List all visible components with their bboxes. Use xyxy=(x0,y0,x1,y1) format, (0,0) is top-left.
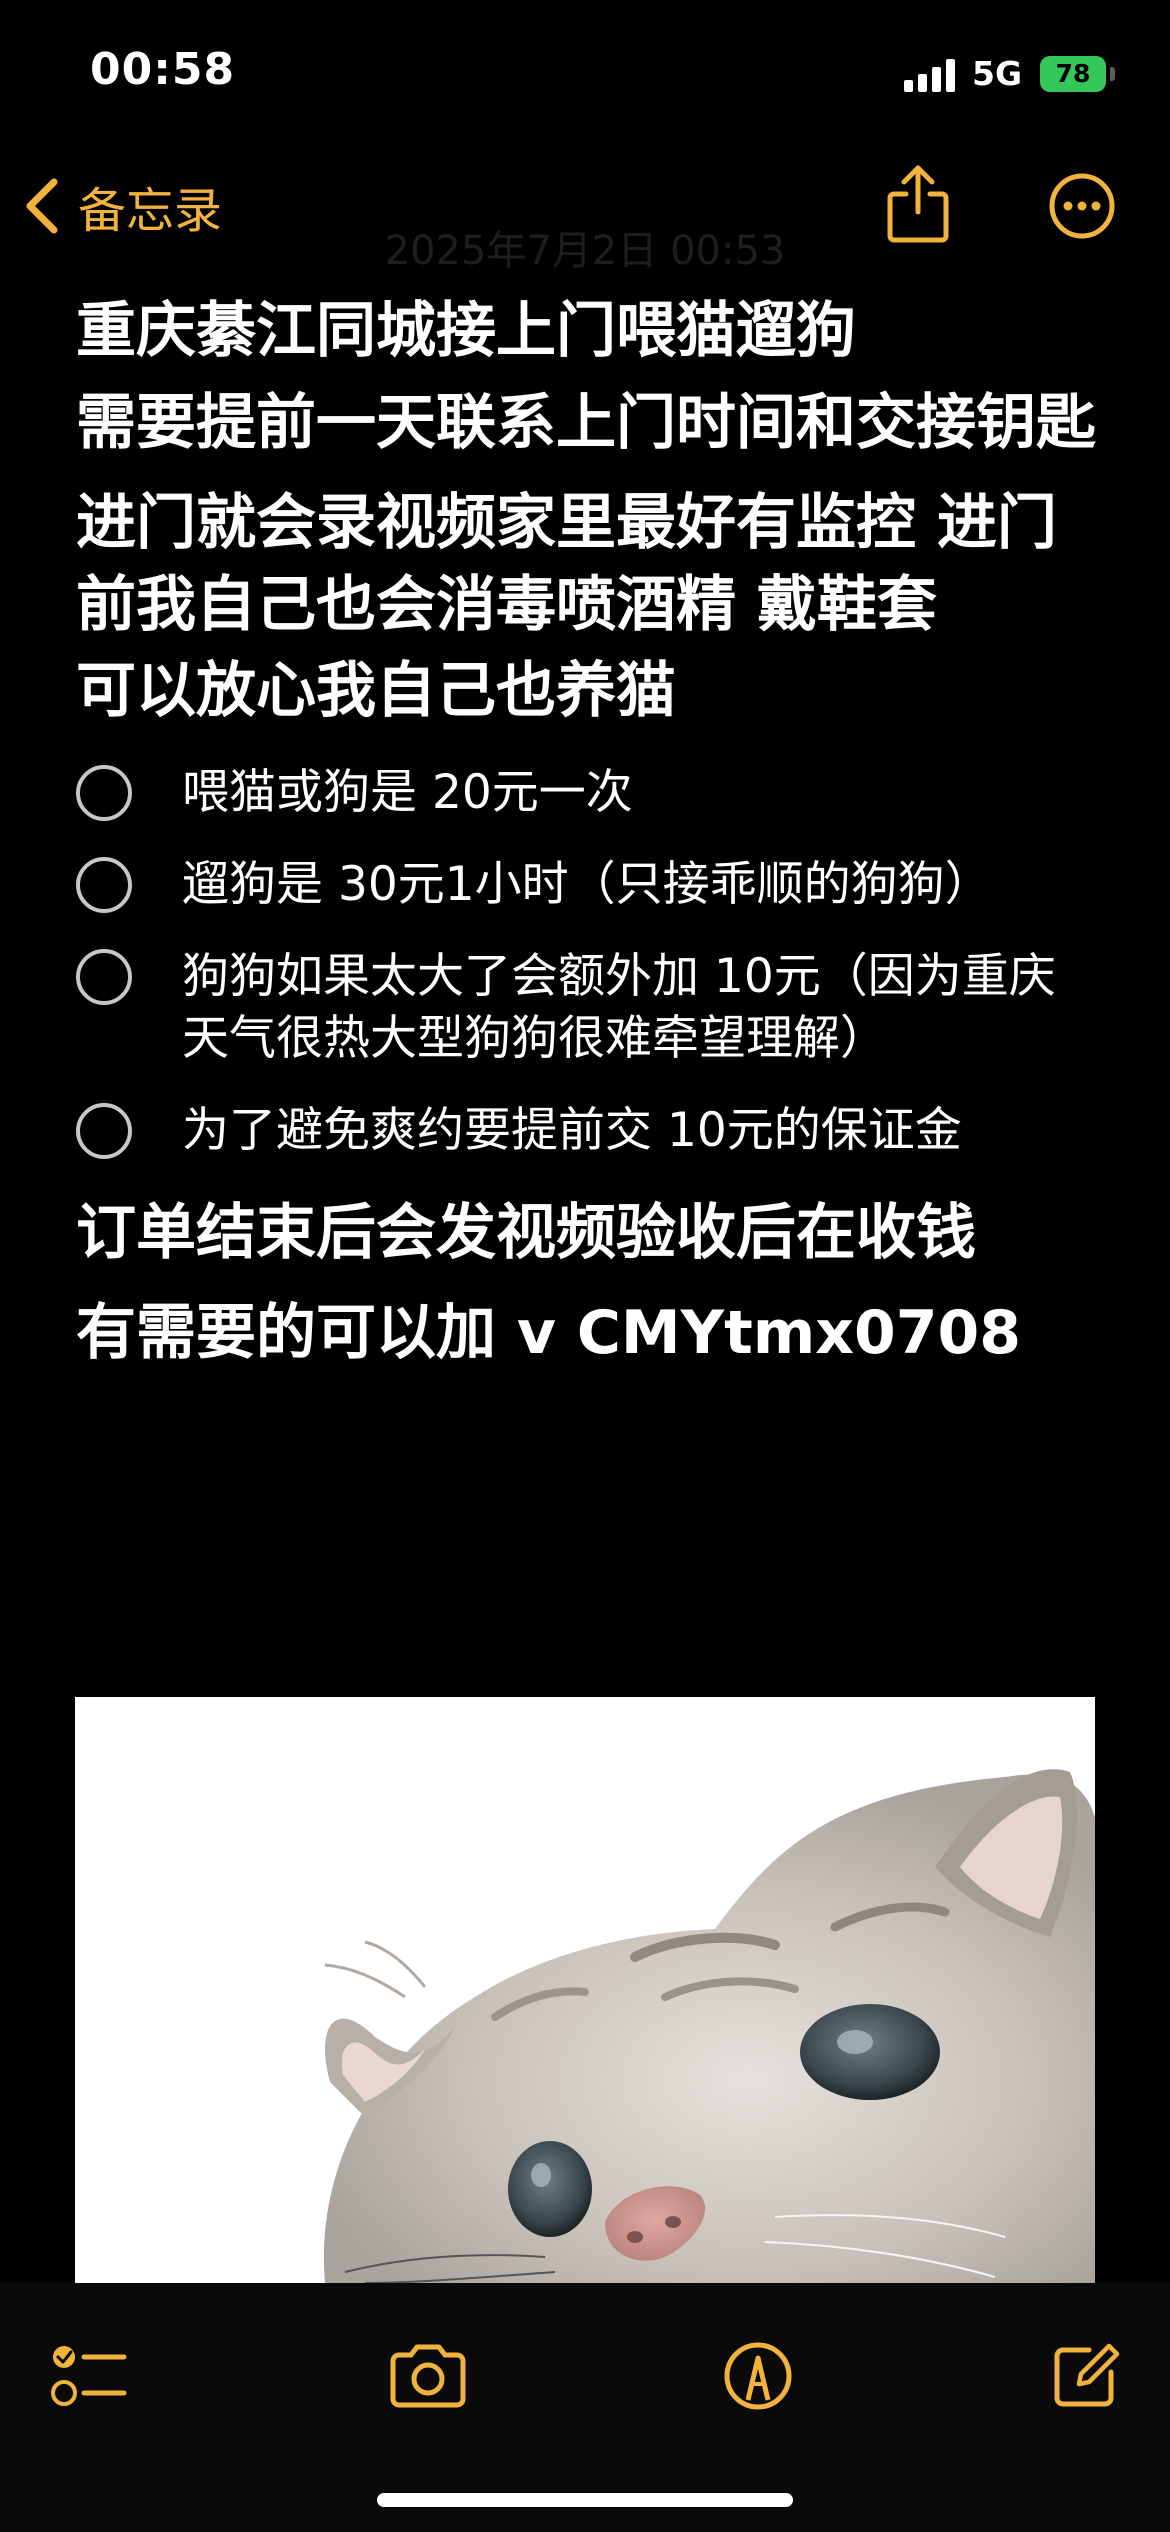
checklist: 喂猫或狗是 20元一次 遛狗是 30元1小时（只接乖顺的狗狗） 狗狗如果太大了会… xyxy=(76,762,1096,1162)
camera-button[interactable] xyxy=(383,2331,473,2421)
checkbox-circle[interactable] xyxy=(76,857,132,913)
share-icon xyxy=(887,165,949,243)
checklist-icon xyxy=(51,2346,127,2406)
note-paragraph: 有需要的可以加 v CMYtmx0708 xyxy=(76,1298,1021,1368)
checkbox-circle[interactable] xyxy=(76,765,132,821)
ellipsis-circle-icon xyxy=(1049,173,1115,239)
share-button[interactable] xyxy=(884,164,952,248)
note-paragraph: 需要提前一天联系上门时间和交接钥匙 xyxy=(76,388,1096,458)
checklist-button[interactable] xyxy=(45,2331,135,2421)
battery-icon: 78 xyxy=(1040,56,1106,92)
note-title: 重庆綦江同城接上门喂猫遛狗 xyxy=(76,296,856,366)
camera-icon xyxy=(390,2344,466,2408)
checklist-item-label: 遛狗是 30元1小时（只接乖顺的狗狗） xyxy=(182,857,992,912)
checklist-item: 喂猫或狗是 20元一次 xyxy=(76,762,1096,824)
compose-icon xyxy=(1054,2343,1120,2407)
checklist-item: 为了避免爽约要提前交 10元的保证金 xyxy=(76,1100,1096,1162)
network-type: 5G xyxy=(972,54,1023,93)
attached-cat-photo[interactable] xyxy=(75,1697,1095,2283)
checklist-item-label: 狗狗如果太大了会额外加 10元（因为重庆天气很热大型狗狗很难牵望理解） xyxy=(182,949,1056,1066)
checkbox-circle[interactable] xyxy=(76,949,132,1005)
battery-level: 78 xyxy=(1055,59,1091,88)
battery-tip xyxy=(1110,67,1115,81)
checkbox-circle[interactable] xyxy=(76,1103,132,1159)
cellular-signal-icon xyxy=(904,58,956,92)
checklist-item-label: 为了避免爽约要提前交 10元的保证金 xyxy=(182,1103,962,1158)
more-button[interactable] xyxy=(1048,172,1116,244)
note-paragraph: 订单结束后会发视频验收后在收钱 xyxy=(76,1198,976,1268)
compose-button[interactable] xyxy=(1040,2331,1130,2421)
note-paragraph: 可以放心我自己也养猫 xyxy=(76,656,676,726)
note-paragraph: 进门就会录视频家里最好有监控 进门前我自己也会消毒喷酒精 戴鞋套 xyxy=(76,488,1057,640)
note-body[interactable]: 重庆綦江同城接上门喂猫遛狗 需要提前一天联系上门时间和交接钥匙 进门就会录视频家… xyxy=(76,290,1096,1374)
home-indicator[interactable] xyxy=(377,2493,793,2507)
note-date: 2025年7月2日 00:53 xyxy=(384,228,786,274)
status-bar: 00:58 5G 78 xyxy=(0,0,1170,150)
markup-pen-icon xyxy=(724,2342,792,2410)
checklist-item: 遛狗是 30元1小时（只接乖顺的狗狗） xyxy=(76,854,1096,916)
cat-photo-illustration xyxy=(323,1769,1095,2283)
checklist-item: 狗狗如果太大了会额外加 10元（因为重庆天气很热大型狗狗很难牵望理解） xyxy=(76,946,1096,1070)
status-time: 00:58 xyxy=(90,44,236,95)
bottom-toolbar xyxy=(0,2283,1170,2532)
markup-button[interactable] xyxy=(713,2331,803,2421)
checklist-item-label: 喂猫或狗是 20元一次 xyxy=(182,765,633,820)
